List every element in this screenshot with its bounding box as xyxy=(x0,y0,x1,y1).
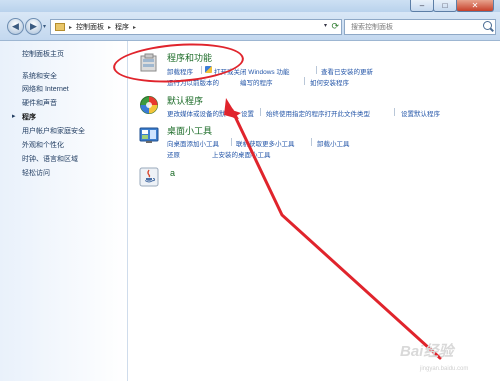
title-bar: – □ ✕ xyxy=(0,0,500,12)
watermark-url: jingyan.baidu.com xyxy=(420,366,469,372)
watermark-logo: Bai经验 xyxy=(400,343,454,360)
default-programs-icon xyxy=(140,96,158,114)
sidebar-item-network-internet[interactable]: 网络和 Internet xyxy=(22,84,69,94)
how-to-install-link[interactable]: 如何安装程序 xyxy=(310,77,349,87)
refresh-icon[interactable]: ⟳ xyxy=(331,21,339,32)
sidebar-item-user-accounts[interactable]: 用户帐户和家庭安全 xyxy=(22,126,85,136)
sidebar-item-appearance[interactable]: 外观和个性化 xyxy=(22,140,64,150)
always-use-program-link[interactable]: 始终使用指定的程序打开此文件类型 xyxy=(266,108,370,118)
desktop-gadgets-title[interactable]: 桌面小工具 xyxy=(167,124,212,137)
search-box[interactable]: 搜索控制面板 xyxy=(344,19,496,35)
installed-updates-link[interactable]: 查看已安装的更新 xyxy=(321,66,373,76)
control-panel-window: – □ ✕ ◀ ▶ ▾ ▸ 控制面板 ▸ 程序 ▸ ▾ ⟳ 搜索控制面板 控制面… xyxy=(0,0,500,381)
sidebar-item-control-panel-home[interactable]: 控制面板主页 xyxy=(22,49,64,59)
add-gadgets-link[interactable]: 向桌面添加小工具 xyxy=(167,138,219,148)
link-divider xyxy=(231,138,232,146)
forward-arrow-icon: ▶ xyxy=(30,21,37,31)
close-button[interactable]: ✕ xyxy=(456,0,494,12)
chevron-right-icon[interactable]: ▸ xyxy=(108,24,111,31)
sidebar: 控制面板主页 系统和安全 网络和 Internet 硬件和声音 ▸ 程序 用户帐… xyxy=(0,41,128,381)
search-placeholder[interactable]: 搜索控制面板 xyxy=(351,22,393,32)
minimize-button[interactable]: – xyxy=(410,0,434,12)
maximize-button[interactable]: □ xyxy=(433,0,457,12)
breadcrumb-control-panel[interactable]: 控制面板 xyxy=(76,22,104,32)
history-dropdown-icon[interactable]: ▾ xyxy=(43,23,46,30)
main-content: 程序和功能 卸载程序 打开或关闭 Windows 功能 查看已安装的更新 运行为… xyxy=(128,41,500,381)
navigation-bar: ◀ ▶ ▾ ▸ 控制面板 ▸ 程序 ▸ ▾ ⟳ 搜索控制面板 xyxy=(0,12,500,41)
uninstall-gadget-link[interactable]: 卸载小工具 xyxy=(317,138,350,148)
set-default-programs-link[interactable]: 设置默认程序 xyxy=(401,108,440,118)
link-divider xyxy=(394,108,395,116)
link-divider xyxy=(311,138,312,146)
default-programs-title[interactable]: 默认程序 xyxy=(167,94,203,107)
link-divider xyxy=(304,77,305,85)
address-dropdown-icon[interactable]: ▾ xyxy=(324,22,327,29)
breadcrumb-programs[interactable]: 程序 xyxy=(115,22,129,32)
restore-gadgets-link[interactable]: 还原 xyxy=(167,149,180,159)
sidebar-item-clock-region[interactable]: 时钟、语言和区域 xyxy=(22,154,78,164)
change-media-defaults-link[interactable]: 更改媒体或设备的默 xyxy=(167,108,226,118)
chevron-right-icon[interactable]: ▸ xyxy=(69,24,72,31)
java-title[interactable]: a xyxy=(170,168,175,178)
back-arrow-icon: ◀ xyxy=(12,21,19,31)
compatibility-link-continued[interactable]: 编写的程序 xyxy=(240,77,273,87)
restore-gadgets-link-continued[interactable]: 上安装的桌面小工具 xyxy=(212,149,271,159)
address-bar[interactable]: ▸ 控制面板 ▸ 程序 ▸ ▾ ⟳ xyxy=(50,19,342,35)
java-icon xyxy=(139,167,159,187)
link-divider xyxy=(316,66,317,74)
change-media-defaults-link-continued[interactable]: 设置 xyxy=(241,108,254,118)
sidebar-item-system-security[interactable]: 系统和安全 xyxy=(22,71,57,81)
get-more-gadgets-link[interactable]: 联机获取更多小工具 xyxy=(236,138,295,148)
link-divider xyxy=(260,108,261,116)
search-icon[interactable] xyxy=(483,21,492,30)
sidebar-item-hardware-sound[interactable]: 硬件和声音 xyxy=(22,98,57,108)
sidebar-item-programs[interactable]: 程序 xyxy=(22,112,36,122)
back-button[interactable]: ◀ xyxy=(7,18,24,35)
control-panel-folder-icon xyxy=(55,23,65,31)
current-item-arrow-icon: ▸ xyxy=(12,113,16,120)
forward-button[interactable]: ▶ xyxy=(25,18,42,35)
desktop-gadgets-icon xyxy=(139,127,159,143)
sidebar-item-ease-of-access[interactable]: 轻松访问 xyxy=(22,168,50,178)
chevron-right-icon[interactable]: ▸ xyxy=(133,24,136,31)
